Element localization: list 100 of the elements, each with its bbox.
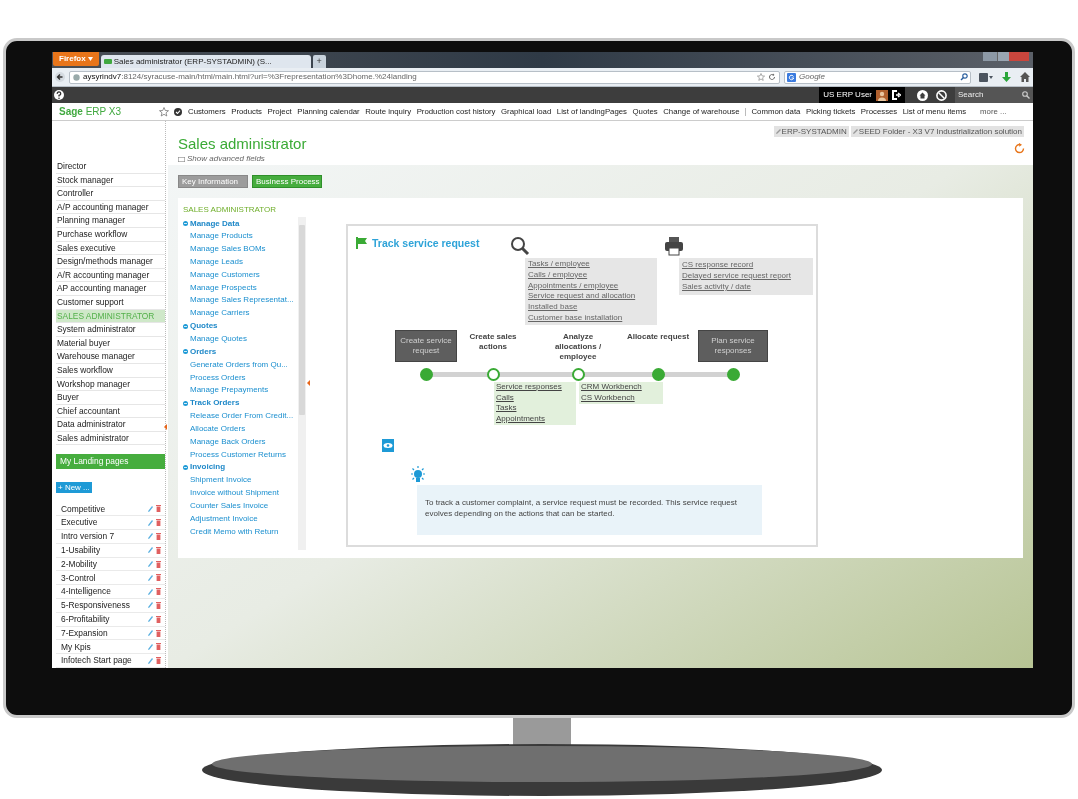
menu-link[interactable]: Manage Sales Representat... [190,294,294,307]
inquiry-link[interactable]: Calls / employee [528,269,654,281]
landing-page-link[interactable]: My Kpis [61,640,91,654]
step-node[interactable] [726,368,740,381]
role-item[interactable]: Design/methods manager [56,255,165,269]
trash-icon[interactable] [156,657,161,665]
show-advanced-fields-link[interactable]: Show advanced fields [187,153,265,165]
eye-icon[interactable] [382,439,394,452]
role-item[interactable]: A/R accounting manager [56,268,165,283]
step-link[interactable]: Calls [496,392,572,403]
collapse-icon[interactable] [183,464,188,470]
step-link[interactable]: Tasks [496,403,572,414]
landing-page-link[interactable]: Infotech Start page [61,654,132,667]
no-entry-icon[interactable] [936,89,947,101]
collapse-icon[interactable] [183,349,188,355]
logout-icon[interactable] [892,90,901,100]
landing-page-link[interactable]: Executive [61,516,98,529]
inquiry-link[interactable]: Service request and allocation [528,291,654,303]
report-link[interactable]: CS response record [682,259,810,270]
trash-icon[interactable] [156,574,161,582]
landing-page-link[interactable]: Intro version 7 [61,530,115,543]
menu-link[interactable]: Manage Carriers [190,307,250,320]
landing-page-link[interactable]: Competitive [61,502,106,516]
menu-group[interactable]: Orders [190,345,217,358]
maximize-button[interactable] [997,52,1009,61]
menu-group[interactable]: Quotes [190,320,218,333]
back-arrow-icon[interactable] [55,72,65,82]
menu-link[interactable]: Manage Leads [190,256,243,268]
trash-icon[interactable] [156,588,161,596]
role-item[interactable]: Data administrator [56,418,165,432]
search-icon[interactable] [1022,91,1030,99]
fields-icon[interactable] [178,156,185,162]
role-item[interactable]: A/P accounting manager [56,200,165,215]
scrollbar[interactable] [298,217,306,550]
landing-page-link[interactable]: 2-Mobility [61,557,97,571]
menu-link[interactable]: Release Order From Credit... [190,410,294,423]
step-box[interactable]: Create service request [395,330,457,362]
avatar-icon[interactable] [876,89,888,101]
menu-link[interactable]: Manage Prepayments [190,384,269,397]
step-link[interactable]: CS Workbench [581,392,659,403]
trash-icon[interactable] [156,643,161,651]
report-link[interactable]: Sales activity / date [682,281,810,292]
menu-link[interactable]: Credit Memo with Return [190,525,279,538]
refresh-icon[interactable] [1014,143,1025,154]
trash-icon[interactable] [156,601,161,609]
role-item[interactable]: Chief accountant [56,404,165,419]
report-link[interactable]: Delayed service request report [682,270,810,281]
menu-link[interactable]: Shipment Invoice [190,474,252,487]
search-field[interactable]: Search [955,87,1033,103]
new-tab-button[interactable]: + [312,55,326,68]
menu-group[interactable]: Track Orders [190,397,240,410]
download-arrow-icon[interactable] [1002,72,1011,82]
step-box[interactable]: Plan service responses [698,330,768,362]
step-node[interactable] [419,368,433,381]
role-item[interactable]: Material buyer [56,336,165,351]
role-item[interactable]: Director [56,160,165,174]
role-item[interactable]: Planning manager [56,214,165,228]
menu-group[interactable]: Manage Data [190,217,240,230]
menu-link[interactable]: Generate Orders from Qu... [190,358,288,371]
menu-link[interactable]: Manage Back Orders [190,435,266,448]
step-node[interactable] [571,368,585,381]
magnifier-icon[interactable] [510,236,530,256]
step-link[interactable]: CRM Workbench [581,382,659,393]
landing-page-link[interactable]: 6-Profitability [61,612,110,626]
role-item[interactable]: System administrator [56,323,165,337]
role-item[interactable]: Sales workflow [56,363,165,378]
home-icon[interactable] [917,89,928,101]
menu-link[interactable]: Manage Prospects [190,281,257,294]
menu-link[interactable]: Process Customer Returns [190,448,287,461]
landing-page-link[interactable]: 4-Intelligence [61,585,111,598]
trash-icon[interactable] [156,505,161,513]
step-node[interactable] [651,368,665,381]
trash-icon[interactable] [156,629,161,637]
collapse-icon[interactable] [183,400,188,406]
url-field[interactable]: aysyrindv7:8124/syracuse-main/html/main.html?url=%3Frepresentation%3Dhome.%24landing [69,70,781,84]
role-item[interactable]: Purchase workflow [56,227,165,242]
bookmarks-icon[interactable] [979,72,993,82]
star-icon[interactable] [757,73,766,81]
trash-icon[interactable] [156,560,161,568]
role-item[interactable]: Stock manager [56,173,165,188]
help-icon[interactable] [54,90,64,100]
menu-link[interactable]: Process Orders [190,371,246,384]
role-item[interactable]: Controller [56,187,165,201]
menu-link[interactable]: Adjustment Invoice [190,512,258,525]
trash-icon[interactable] [156,546,161,554]
menu-link[interactable]: Manage Products [190,230,253,243]
role-item[interactable]: Sales executive [56,241,165,256]
search-field[interactable]: Google [784,70,971,84]
inquiry-link[interactable]: Installed base [528,302,654,313]
step-node[interactable] [486,368,500,381]
reload-icon[interactable] [768,73,777,81]
menu-link[interactable]: Manage Customers [190,268,260,281]
menu-link[interactable]: Counter Sales Invoice [190,499,269,512]
step-link[interactable]: Appointments [496,413,572,424]
role-item[interactable]: Sales administrator [56,431,165,446]
role-item[interactable]: Workshop manager [56,377,165,392]
check-circle-icon[interactable] [174,107,182,116]
landing-page-link[interactable]: 7-Expansion [61,626,108,640]
menu-link[interactable]: Invoice without Shipment [190,487,279,500]
star-icon[interactable] [159,106,169,117]
